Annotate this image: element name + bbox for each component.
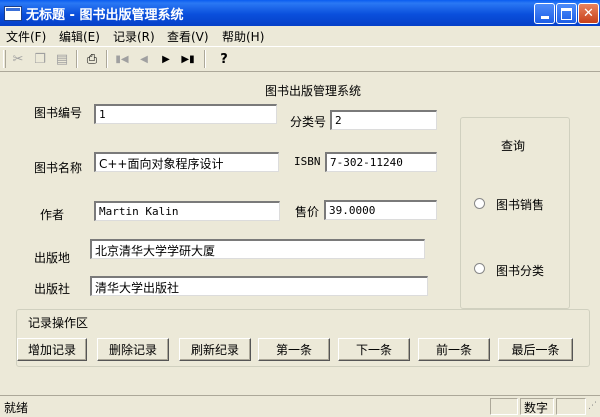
last-record-button[interactable]: 最后一条 bbox=[498, 338, 573, 361]
window-title: 无标题 - 图书出版管理系统 bbox=[26, 8, 184, 23]
place-label: 出版地 bbox=[34, 251, 71, 265]
author-label: 作者 bbox=[40, 208, 65, 222]
book-id-label: 图书编号 bbox=[34, 106, 83, 120]
menu-help[interactable]: 帮助(H) bbox=[222, 28, 264, 45]
help-icon[interactable]: ? bbox=[214, 49, 234, 69]
toolbar-separator bbox=[204, 50, 206, 68]
toolbar-separator bbox=[106, 50, 108, 68]
author-field[interactable]: Martin Kalin bbox=[94, 201, 280, 221]
menu-file[interactable]: 文件(F) bbox=[6, 28, 46, 45]
book-id-field[interactable]: 1 bbox=[94, 104, 277, 124]
close-button[interactable]: ✕ bbox=[578, 3, 599, 24]
close-icon: ✕ bbox=[583, 6, 594, 21]
prev-record-button[interactable]: 前一条 bbox=[418, 338, 490, 361]
price-field[interactable]: 39.0000 bbox=[324, 200, 437, 220]
category-option-label[interactable]: 图书分类 bbox=[496, 262, 544, 279]
refresh-record-button[interactable]: 刷新纪录 bbox=[179, 338, 251, 361]
resize-grip-icon[interactable]: ⋰ bbox=[588, 402, 597, 411]
sales-option-label[interactable]: 图书销售 bbox=[496, 196, 544, 213]
menu-view[interactable]: 查看(V) bbox=[167, 28, 209, 45]
query-title: 查询 bbox=[501, 139, 526, 153]
app-icon bbox=[4, 6, 22, 21]
first-record-icon[interactable]: ▮◀ bbox=[112, 49, 132, 69]
maximize-button[interactable] bbox=[556, 3, 577, 24]
publisher-field[interactable]: 清华大学出版社 bbox=[90, 276, 428, 296]
maximize-icon bbox=[561, 7, 572, 20]
last-record-icon[interactable]: ▶▮ bbox=[178, 49, 198, 69]
isbn-field[interactable]: 7-302-11240 bbox=[325, 152, 437, 172]
toolbar-grip[interactable] bbox=[3, 50, 6, 68]
menu-bar: 文件(F) 编辑(E) 记录(R) 查看(V) 帮助(H) bbox=[0, 26, 600, 46]
book-name-label: 图书名称 bbox=[34, 161, 83, 175]
isbn-label: ISBN bbox=[294, 155, 321, 168]
price-label: 售价 bbox=[295, 205, 320, 219]
place-field[interactable]: 北京清华大学学研大厦 bbox=[90, 239, 425, 259]
category-field[interactable]: 2 bbox=[330, 110, 437, 130]
print-icon[interactable]: ⎙ bbox=[82, 49, 102, 69]
menu-record[interactable]: 记录(R) bbox=[113, 28, 155, 45]
add-record-button[interactable]: 增加记录 bbox=[17, 338, 87, 361]
status-pane-scroll bbox=[556, 398, 586, 415]
category-label: 分类号 bbox=[290, 115, 327, 129]
toolbar-separator bbox=[76, 50, 78, 68]
status-pane-num: 数字 bbox=[520, 398, 554, 415]
cut-icon[interactable]: ✂ bbox=[8, 49, 28, 69]
book-name-field[interactable]: C++面向对象程序设计 bbox=[94, 152, 279, 172]
status-text: 就绪 bbox=[4, 401, 29, 415]
sales-radio[interactable] bbox=[474, 198, 485, 209]
paste-icon[interactable]: ▤ bbox=[52, 49, 72, 69]
minimize-icon bbox=[540, 16, 549, 19]
category-radio[interactable] bbox=[474, 263, 485, 274]
status-bar: 就绪 数字 ⋰ bbox=[0, 395, 600, 417]
minimize-button[interactable] bbox=[534, 3, 555, 24]
menu-edit[interactable]: 编辑(E) bbox=[59, 28, 100, 45]
next-record-icon[interactable]: ▶ bbox=[156, 49, 176, 69]
form-heading: 图书出版管理系统 bbox=[265, 84, 362, 98]
prev-record-icon[interactable]: ◀ bbox=[134, 49, 154, 69]
records-title: 记录操作区 bbox=[28, 316, 89, 330]
copy-icon[interactable]: ❐ bbox=[30, 49, 50, 69]
title-bar[interactable]: 无标题 - 图书出版管理系统 ✕ bbox=[0, 0, 600, 26]
publisher-label: 出版社 bbox=[34, 282, 71, 296]
delete-record-button[interactable]: 删除记录 bbox=[97, 338, 169, 361]
status-pane-caps bbox=[490, 398, 518, 415]
first-record-button[interactable]: 第一条 bbox=[258, 338, 330, 361]
toolbar: ✂ ❐ ▤ ⎙ ▮◀ ◀ ▶ ▶▮ ? bbox=[0, 46, 600, 72]
next-record-button[interactable]: 下一条 bbox=[338, 338, 410, 361]
